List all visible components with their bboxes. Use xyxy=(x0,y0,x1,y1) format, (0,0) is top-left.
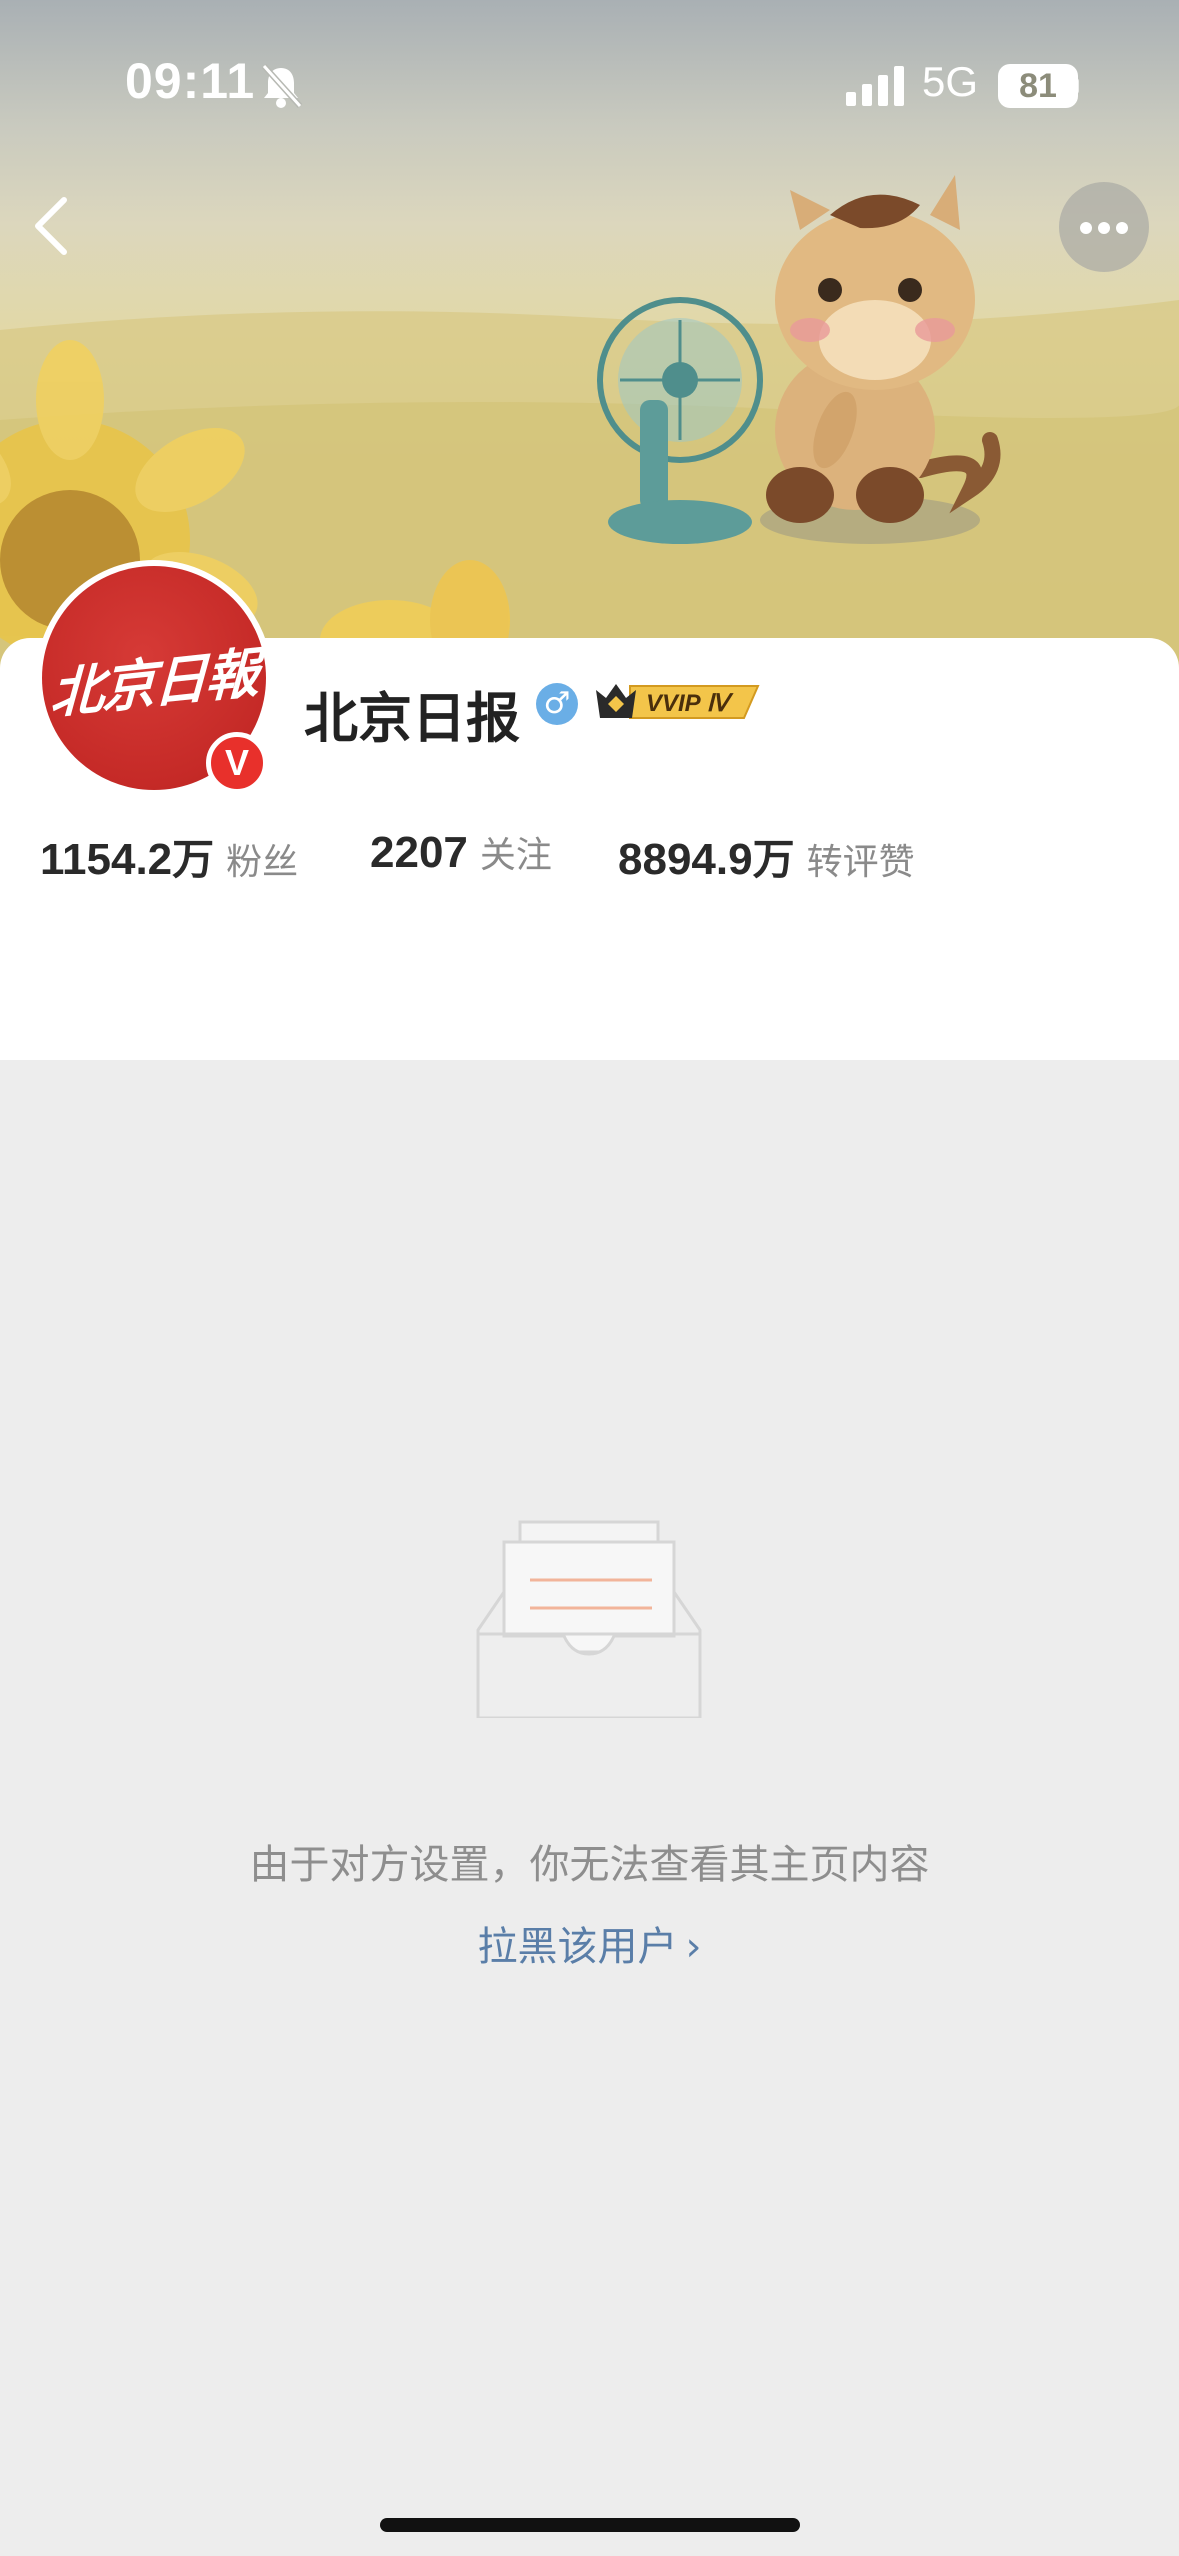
signal-icon xyxy=(846,66,904,106)
stat-label: 粉丝 xyxy=(226,842,299,883)
stat-label: 关注 xyxy=(479,835,552,876)
more-options-button[interactable] xyxy=(1059,182,1149,272)
stat-following[interactable]: 2207 关注 xyxy=(370,826,552,878)
status-bar: 09:11 5G 81 xyxy=(0,0,1179,175)
stat-unit: 万 xyxy=(752,835,795,884)
more-horizontal-icon xyxy=(1080,222,1092,234)
empty-state-message: 由于对方设置，你无法查看其主页内容 xyxy=(249,1842,930,1888)
stat-followers[interactable]: 1154.2万 粉丝 xyxy=(40,826,298,887)
back-button[interactable] xyxy=(22,186,82,266)
male-icon: ♂ xyxy=(536,683,578,725)
stat-label: 转评赞 xyxy=(806,842,915,883)
avatar-logo-text: 北京日報 xyxy=(49,639,259,726)
profile-name: 北京日报 xyxy=(304,687,520,750)
home-indicator[interactable] xyxy=(380,2518,800,2532)
more-dot xyxy=(1116,222,1128,234)
battery-cap xyxy=(1074,78,1079,94)
vip-label: VVIP Ⅳ xyxy=(646,690,734,717)
verified-badge: V xyxy=(206,732,268,794)
battery-icon: 81 xyxy=(998,64,1078,108)
stat-interactions[interactable]: 8894.9万 转评赞 xyxy=(618,826,915,887)
stat-number: 8894.9 xyxy=(618,835,753,884)
status-time: 09:11 xyxy=(125,53,256,109)
stat-number: 1154.2 xyxy=(40,835,173,884)
battery-level: 81 xyxy=(1019,67,1057,105)
vip-badge[interactable]: VVIP Ⅳ xyxy=(594,678,766,726)
chevron-right-icon: › xyxy=(685,1924,702,1970)
empty-inbox-icon xyxy=(476,1520,702,1718)
stat-unit: 万 xyxy=(172,835,215,884)
more-dot xyxy=(1098,222,1110,234)
profile-screen: 09:11 5G 81 北京日報 V 北京日报 ♂ VVIP Ⅳ 1154.2万… xyxy=(0,0,1179,2556)
bell-off-icon xyxy=(261,63,303,109)
block-user-link[interactable]: 拉黑该用户 › xyxy=(0,1914,1179,1972)
block-user-label: 拉黑该用户 xyxy=(477,1924,678,1970)
stat-number: 2207 xyxy=(370,828,468,877)
chevron-left-icon xyxy=(35,197,67,255)
network-type: 5G xyxy=(922,58,979,105)
